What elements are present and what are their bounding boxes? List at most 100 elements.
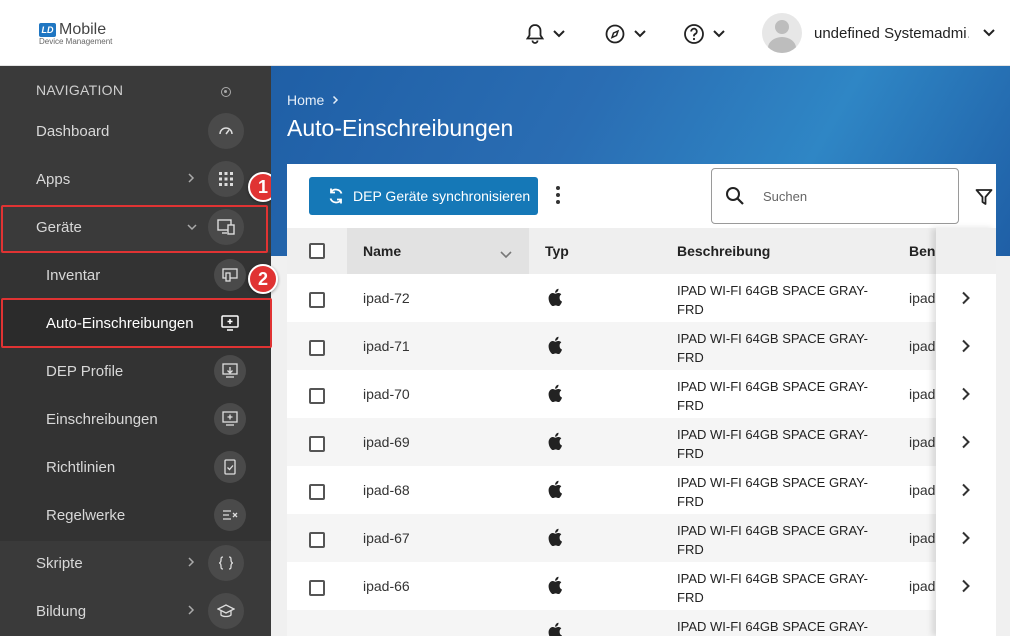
sidebar-item-label: Dashboard [36, 122, 110, 140]
apple-icon [548, 622, 564, 636]
row-user: ipad [909, 530, 936, 546]
row-checkbox[interactable] [309, 292, 325, 308]
chevron-down-icon [553, 30, 565, 38]
sidebar-item-geraete[interactable]: Geräte [0, 203, 271, 251]
help-button[interactable] [683, 20, 725, 48]
column-header-beschreibung[interactable]: Beschreibung [677, 228, 770, 274]
table-row[interactable]: ipad-68 IPAD WI-FI 64GB SPACE GRAY-FRD i… [287, 466, 996, 514]
sync-icon [327, 187, 345, 205]
column-header-typ[interactable]: Typ [545, 228, 569, 274]
chevron-right-icon[interactable] [958, 338, 974, 354]
search-icon [725, 186, 745, 206]
dep-profile-icon [214, 355, 246, 387]
select-all-checkbox[interactable] [309, 243, 325, 259]
grid-icon [208, 161, 244, 197]
row-name: ipad-72 [363, 290, 410, 306]
messages-button[interactable] [604, 20, 646, 48]
row-checkbox[interactable] [309, 580, 325, 596]
table-row[interactable]: ipad-71 IPAD WI-FI 64GB SPACE GRAY-FRD i… [287, 322, 996, 370]
row-description: IPAD WI-FI 64GB SPACE GRAY-FRD [677, 283, 868, 317]
chevron-right-icon[interactable] [958, 482, 974, 498]
table-row[interactable]: ipad-66 IPAD WI-FI 64GB SPACE GRAY-FRD i… [287, 562, 996, 610]
chevron-right-icon[interactable] [958, 434, 974, 450]
devices-icon [208, 209, 244, 245]
sidebar-item-dep-profile[interactable]: DEP Profile [0, 347, 271, 395]
auto-enroll-icon [214, 307, 246, 339]
search-box[interactable] [711, 168, 959, 224]
sidebar-item-label: Geräte [36, 218, 82, 236]
sidebar: NAVIGATION Dashboard Apps Geräte Inventa… [0, 66, 271, 636]
graduation-cap-icon [208, 593, 244, 629]
chevron-right-icon[interactable] [958, 386, 974, 402]
rules-icon [214, 499, 246, 531]
row-description: IPAD WI-FI 64GB SPACE GRAY-FRD [677, 379, 868, 413]
row-checkbox[interactable] [309, 484, 325, 500]
sidebar-item-bildung[interactable]: Bildung [0, 587, 271, 635]
chevron-right-icon [332, 92, 339, 108]
logo-subtitle: Device Management [39, 37, 113, 46]
policy-icon [214, 451, 246, 483]
notifications-button[interactable] [525, 20, 565, 48]
more-options-button[interactable] [553, 186, 563, 208]
search-input[interactable] [763, 188, 933, 204]
chevron-right-icon[interactable] [958, 578, 974, 594]
row-description: IPAD WI-FI 64GB SPACE GRAY-FRD [677, 571, 868, 605]
sidebar-item-label: Skripte [36, 554, 83, 572]
apple-icon [548, 288, 564, 311]
row-name: ipad-66 [363, 578, 410, 594]
row-checkbox[interactable] [309, 436, 325, 452]
apple-icon [548, 336, 564, 359]
sidebar-item-richtlinien[interactable]: Richtlinien [0, 443, 271, 491]
breadcrumb-home[interactable]: Home [287, 92, 324, 108]
user-name: undefined Systemadmi… [814, 24, 969, 42]
breadcrumb[interactable]: Home [287, 92, 339, 108]
sidebar-item-label: Einschreibungen [46, 410, 158, 428]
pin-icon[interactable] [221, 87, 231, 97]
row-description: IPAD WI-FI 64GB SPACE GRAY- [677, 619, 868, 634]
chevron-down-icon [187, 220, 197, 234]
sidebar-item-dashboard[interactable]: Dashboard [0, 107, 271, 155]
dep-sync-button[interactable]: DEP Geräte synchronisieren [309, 177, 538, 215]
filter-icon[interactable] [975, 188, 993, 211]
table-row[interactable]: ipad-67 IPAD WI-FI 64GB SPACE GRAY-FRD i… [287, 514, 996, 562]
sidebar-item-apps[interactable]: Apps [0, 155, 271, 203]
apple-icon [548, 528, 564, 551]
sidebar-item-label: Inventar [46, 266, 101, 284]
sidebar-item-label: DEP Profile [46, 362, 124, 380]
row-name: ipad-68 [363, 482, 410, 498]
apple-icon [548, 576, 564, 599]
sidebar-item-auto-einschreibungen[interactable]: Auto-Einschreibungen [0, 299, 271, 347]
column-header-name[interactable]: Name [363, 228, 401, 274]
row-name: ipad-71 [363, 338, 410, 354]
row-user: ipad [909, 386, 936, 402]
row-checkbox[interactable] [309, 340, 325, 356]
apple-icon [548, 480, 564, 503]
row-user: ipad [909, 578, 936, 594]
user-menu[interactable]: undefined Systemadmi… [762, 13, 995, 53]
chevron-right-icon[interactable] [958, 530, 974, 546]
sidebar-item-label: Apps [36, 170, 71, 188]
row-description: IPAD WI-FI 64GB SPACE GRAY-FRD [677, 331, 868, 365]
sidebar-item-inventar[interactable]: Inventar [0, 251, 271, 299]
sidebar-item-label: Richtlinien [46, 458, 116, 476]
chevron-down-icon [983, 24, 995, 42]
table-row[interactable]: IPAD WI-FI 64GB SPACE GRAY- [287, 610, 996, 636]
table-row[interactable]: ipad-69 IPAD WI-FI 64GB SPACE GRAY-FRD i… [287, 418, 996, 466]
sidebar-item-regelwerke[interactable]: Regelwerke [0, 491, 271, 539]
sidebar-item-einschreibungen[interactable]: Einschreibungen [0, 395, 271, 443]
chevron-right-icon[interactable] [958, 290, 974, 306]
table-row[interactable]: ipad-72 IPAD WI-FI 64GB SPACE GRAY-FRD i… [287, 274, 996, 322]
sidebar-item-skripte[interactable]: Skripte [0, 539, 271, 587]
table-row[interactable]: ipad-70 IPAD WI-FI 64GB SPACE GRAY-FRD i… [287, 370, 996, 418]
row-name: ipad-69 [363, 434, 410, 450]
row-actions-header [936, 228, 996, 274]
sort-chevron-icon[interactable] [500, 246, 512, 264]
inventory-icon [214, 259, 246, 291]
app-logo[interactable]: LD Mobile Device Management [39, 22, 112, 46]
apple-icon [548, 432, 564, 455]
compass-icon [604, 23, 626, 45]
chevron-right-icon [187, 604, 195, 619]
row-checkbox[interactable] [309, 388, 325, 404]
chevron-down-icon [634, 30, 646, 38]
row-checkbox[interactable] [309, 532, 325, 548]
